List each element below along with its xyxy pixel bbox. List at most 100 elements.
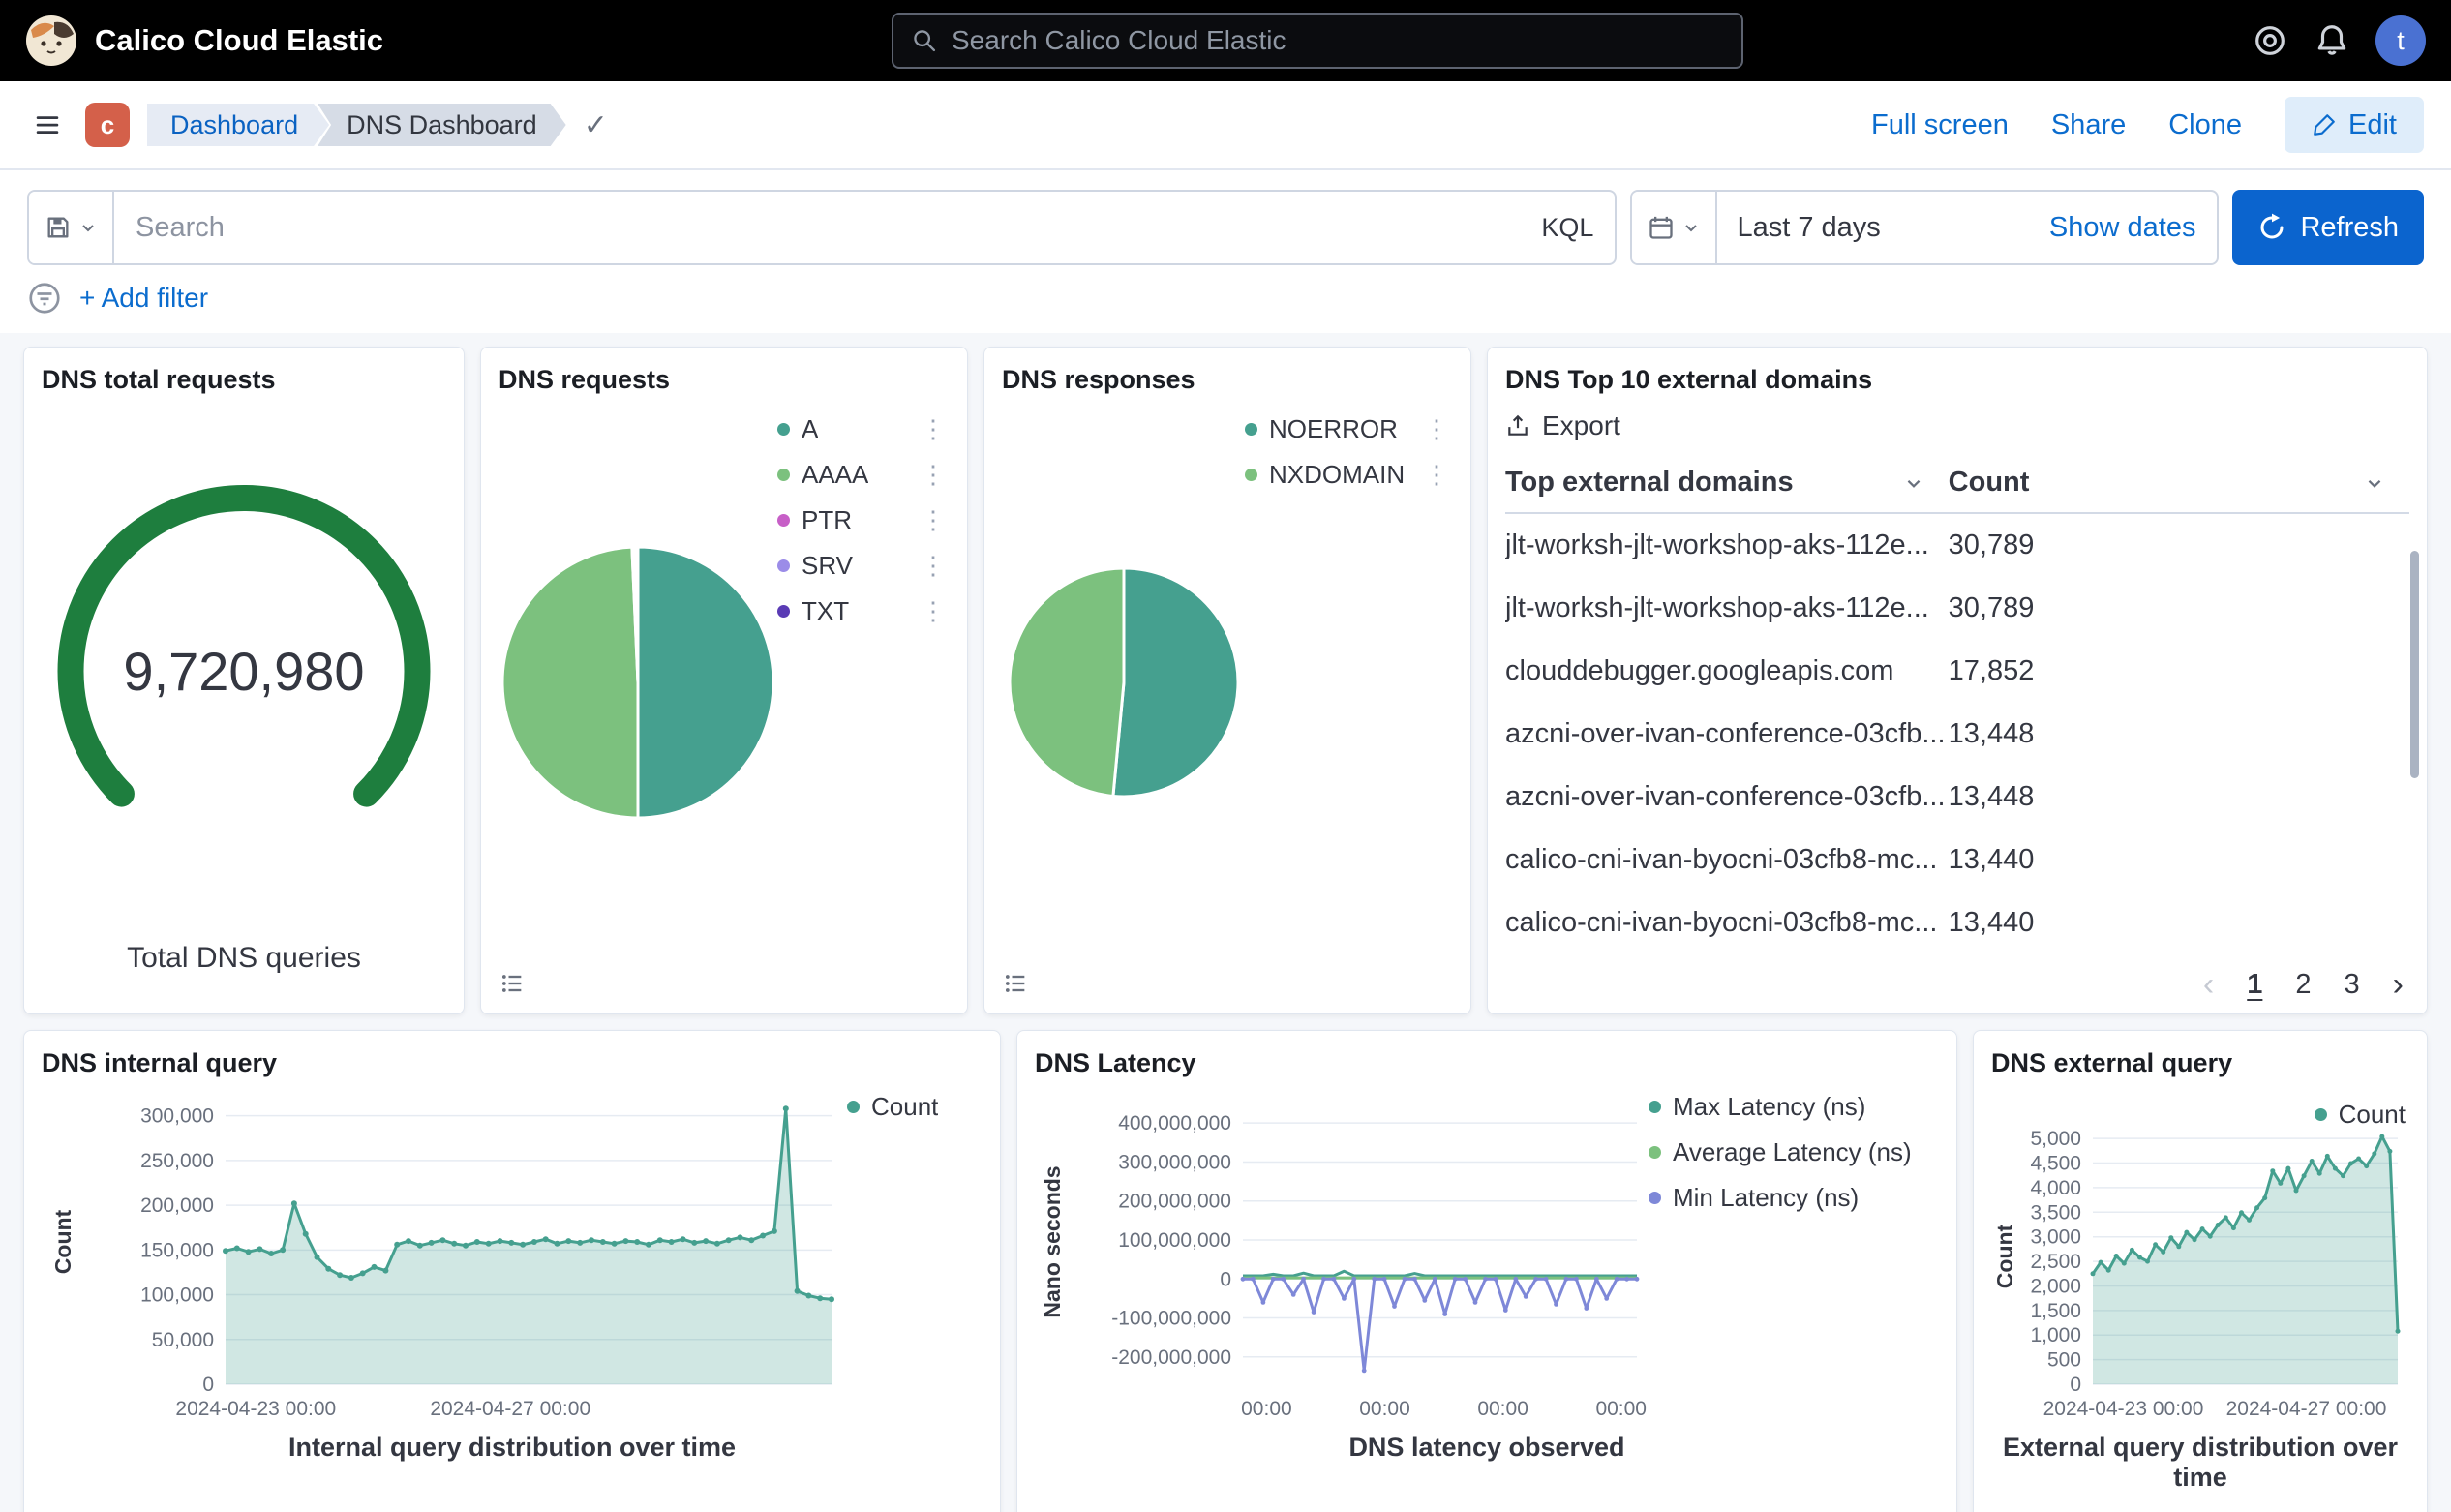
- chevron-down-icon: [1682, 219, 1700, 236]
- saved-query-menu-button[interactable]: [29, 192, 114, 263]
- menu-icon[interactable]: [27, 106, 68, 143]
- legend-item[interactable]: A⋮: [777, 414, 950, 444]
- kql-badge[interactable]: KQL: [1541, 213, 1615, 243]
- calico-logo[interactable]: [25, 15, 77, 67]
- user-avatar[interactable]: t: [2375, 15, 2426, 66]
- chart-caption: DNS latency observed: [1035, 1433, 1939, 1463]
- breadcrumb-dashboard[interactable]: Dashboard: [147, 104, 329, 146]
- global-search[interactable]: [892, 13, 1743, 69]
- legend-item[interactable]: Min Latency (ns): [1649, 1183, 1939, 1213]
- notifications-icon[interactable]: [2314, 22, 2350, 59]
- help-icon[interactable]: [2252, 22, 2288, 59]
- table-row[interactable]: calico-cni-ivan-byocni-03cfb8-mc...13,44…: [1505, 892, 2409, 954]
- edit-button[interactable]: Edit: [2285, 97, 2424, 153]
- legend-item-actions-icon[interactable]: ⋮: [1420, 414, 1453, 444]
- share-button[interactable]: Share: [2051, 109, 2126, 141]
- chart-legend: Count: [2315, 1086, 2406, 1145]
- legend-item-actions-icon[interactable]: ⋮: [917, 551, 950, 581]
- column-header[interactable]: Count: [1949, 455, 2409, 513]
- panel-dns-total-requests: DNS total requests 9,720,980 Total DNS q…: [23, 347, 465, 1014]
- save-icon: [45, 214, 72, 241]
- table-row[interactable]: clouddebugger.googleapis.com17,852: [1505, 640, 2409, 703]
- show-dates-button[interactable]: Show dates: [2049, 212, 2218, 244]
- svg-text:0: 0: [202, 1374, 214, 1396]
- legend-item[interactable]: TXT⋮: [777, 596, 950, 626]
- dns-requests-pie-chart[interactable]: [499, 543, 777, 822]
- legend-toggle-icon[interactable]: [1002, 970, 1029, 997]
- svg-text:50,000: 50,000: [152, 1329, 214, 1351]
- table-row[interactable]: azcni-over-ivan-conference-03cfb...13,44…: [1505, 766, 2409, 829]
- legend-item[interactable]: NOERROR⋮: [1245, 414, 1453, 444]
- time-range-label[interactable]: Last 7 days: [1717, 212, 1880, 244]
- column-header[interactable]: Top external domains: [1505, 455, 1949, 513]
- global-search-input[interactable]: [952, 25, 1724, 56]
- clone-button[interactable]: Clone: [2168, 109, 2242, 141]
- space-badge[interactable]: c: [85, 103, 130, 147]
- svg-text:5,000: 5,000: [2030, 1128, 2081, 1150]
- count-cell: 13,440: [1949, 829, 2409, 892]
- filter-icon[interactable]: [27, 281, 62, 316]
- pagination-next-icon[interactable]: ›: [2393, 966, 2404, 1004]
- pagination-page-1[interactable]: 1: [2247, 969, 2262, 1001]
- pencil-icon: [2312, 112, 2337, 137]
- count-cell: 13,448: [1949, 703, 2409, 766]
- legend-item[interactable]: NXDOMAIN ⋮: [1245, 460, 1453, 490]
- legend-item-actions-icon[interactable]: ⋮: [1420, 460, 1453, 490]
- legend-item-actions-icon[interactable]: ⋮: [917, 460, 950, 490]
- legend-label: NXDOMAIN: [1269, 460, 1405, 490]
- domain-cell: calico-cni-ivan-byocni-03cfb8-mc...: [1505, 892, 1949, 954]
- svg-text:0: 0: [2070, 1374, 2081, 1396]
- latency-line-chart[interactable]: -200,000,000-100,000,0000100,000,000200,…: [1035, 1084, 1649, 1425]
- domain-cell: clouddebugger.googleapis.com: [1505, 640, 1949, 703]
- legend-item[interactable]: Count: [847, 1092, 983, 1122]
- table-row[interactable]: jlt-worksh-jlt-workshop-aks-112e...30,78…: [1505, 577, 2409, 640]
- dashboard-grid: DNS total requests 9,720,980 Total DNS q…: [0, 333, 2451, 1512]
- table-row[interactable]: calico-cni-ivan-byocni-03cfb8-mc...13,44…: [1505, 829, 2409, 892]
- table-scrollbar[interactable]: [2410, 551, 2419, 778]
- legend-item-actions-icon[interactable]: ⋮: [917, 414, 950, 444]
- svg-text:3,500: 3,500: [2030, 1201, 2081, 1224]
- refresh-icon: [2257, 213, 2286, 242]
- legend-item[interactable]: Count: [2315, 1100, 2406, 1130]
- legend-item[interactable]: SRV⋮: [777, 551, 950, 581]
- svg-text:2,000: 2,000: [2030, 1275, 2081, 1297]
- saved-check-icon[interactable]: ✓: [584, 108, 608, 142]
- svg-text:100,000: 100,000: [140, 1285, 214, 1307]
- chart-caption: External query distribution over time: [1991, 1433, 2409, 1493]
- legend-label: Average Latency (ns): [1673, 1137, 1912, 1167]
- panel-dns-requests: DNS requests A⋮AAAA⋮PTR⋮SRV⋮TXT⋮: [480, 347, 968, 1014]
- kql-search-input[interactable]: [114, 192, 1541, 263]
- domain-cell: jlt-worksh-jlt-workshop-aks-112e...: [1505, 577, 1949, 640]
- svg-text:-200,000,000: -200,000,000: [1111, 1346, 1231, 1369]
- pagination-page-2[interactable]: 2: [2295, 969, 2311, 1001]
- add-filter-button[interactable]: + Add filter: [79, 283, 208, 314]
- panel-title: DNS total requests: [42, 365, 446, 395]
- full-screen-button[interactable]: Full screen: [1871, 109, 2009, 141]
- legend-item[interactable]: Average Latency (ns): [1649, 1137, 1939, 1167]
- svg-text:100,000,000: 100,000,000: [1118, 1229, 1231, 1252]
- app-title: Calico Cloud Elastic: [95, 23, 383, 58]
- refresh-button[interactable]: Refresh: [2232, 190, 2424, 265]
- svg-text:Count: Count: [50, 1209, 76, 1274]
- svg-text:2024-04-23 00:00: 2024-04-23 00:00: [2043, 1398, 2204, 1420]
- search-icon: [911, 27, 938, 54]
- legend-toggle-icon[interactable]: [499, 970, 526, 997]
- legend-label: AAAA: [802, 460, 868, 490]
- legend-item[interactable]: Max Latency (ns): [1649, 1092, 1939, 1122]
- pagination-previous-icon[interactable]: ‹: [2203, 966, 2214, 1004]
- table-row[interactable]: azcni-over-ivan-conference-03cfb...13,44…: [1505, 703, 2409, 766]
- legend-label: Count: [2339, 1100, 2406, 1130]
- date-quick-select-button[interactable]: [1632, 192, 1717, 263]
- table-row[interactable]: jlt-worksh-jlt-workshop-aks-112e...30,78…: [1505, 513, 2409, 577]
- legend-item[interactable]: PTR⋮: [777, 505, 950, 535]
- gauge-chart[interactable]: 9,720,980: [42, 405, 446, 938]
- pagination-page-3[interactable]: 3: [2345, 969, 2360, 1001]
- legend-item[interactable]: AAAA ⋮: [777, 460, 950, 490]
- export-button[interactable]: Export: [1505, 410, 2409, 441]
- legend-item-actions-icon[interactable]: ⋮: [917, 596, 950, 626]
- legend-item-actions-icon[interactable]: ⋮: [917, 505, 950, 535]
- panel-title: DNS Latency: [1035, 1048, 1939, 1078]
- dns-responses-pie-chart[interactable]: [1006, 564, 1242, 801]
- svg-text:00:00: 00:00: [1241, 1398, 1292, 1420]
- internal-query-area-chart[interactable]: 050,000100,000150,000200,000250,000300,0…: [42, 1084, 847, 1425]
